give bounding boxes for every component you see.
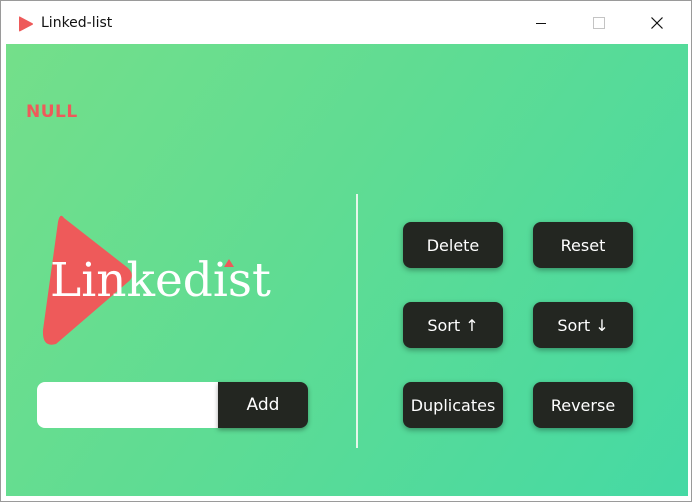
minimize-button[interactable] [512,1,570,44]
minimize-icon [536,22,546,24]
maximize-icon [593,16,605,29]
reverse-button[interactable]: Reverse [533,382,633,428]
window-title: Linked-list [41,15,113,31]
main-panel: NULL Linkedist Add Delete Reset Sort ↑ S… [6,44,688,496]
reset-button[interactable]: Reset [533,222,633,268]
maximize-button[interactable] [570,1,628,44]
linkedist-logo: Linkedist [42,215,271,345]
add-button[interactable]: Add [218,382,308,428]
play-triangle-icon [19,16,34,32]
vertical-divider [356,194,358,448]
duplicates-button[interactable]: Duplicates [403,382,503,428]
add-value-input[interactable] [37,382,218,428]
add-group: Add [37,382,308,428]
close-icon [651,16,663,29]
logo-text: Linkedist [50,253,271,308]
delete-button[interactable]: Delete [403,222,503,268]
app-window: Linked-list NULL Linkedist Add Delete Re… [0,0,692,502]
sort-descending-button[interactable]: Sort ↓ [533,302,633,348]
sort-ascending-button[interactable]: Sort ↑ [403,302,503,348]
list-display: NULL [26,102,78,122]
close-button[interactable] [628,1,686,44]
title-bar[interactable]: Linked-list [1,1,691,44]
